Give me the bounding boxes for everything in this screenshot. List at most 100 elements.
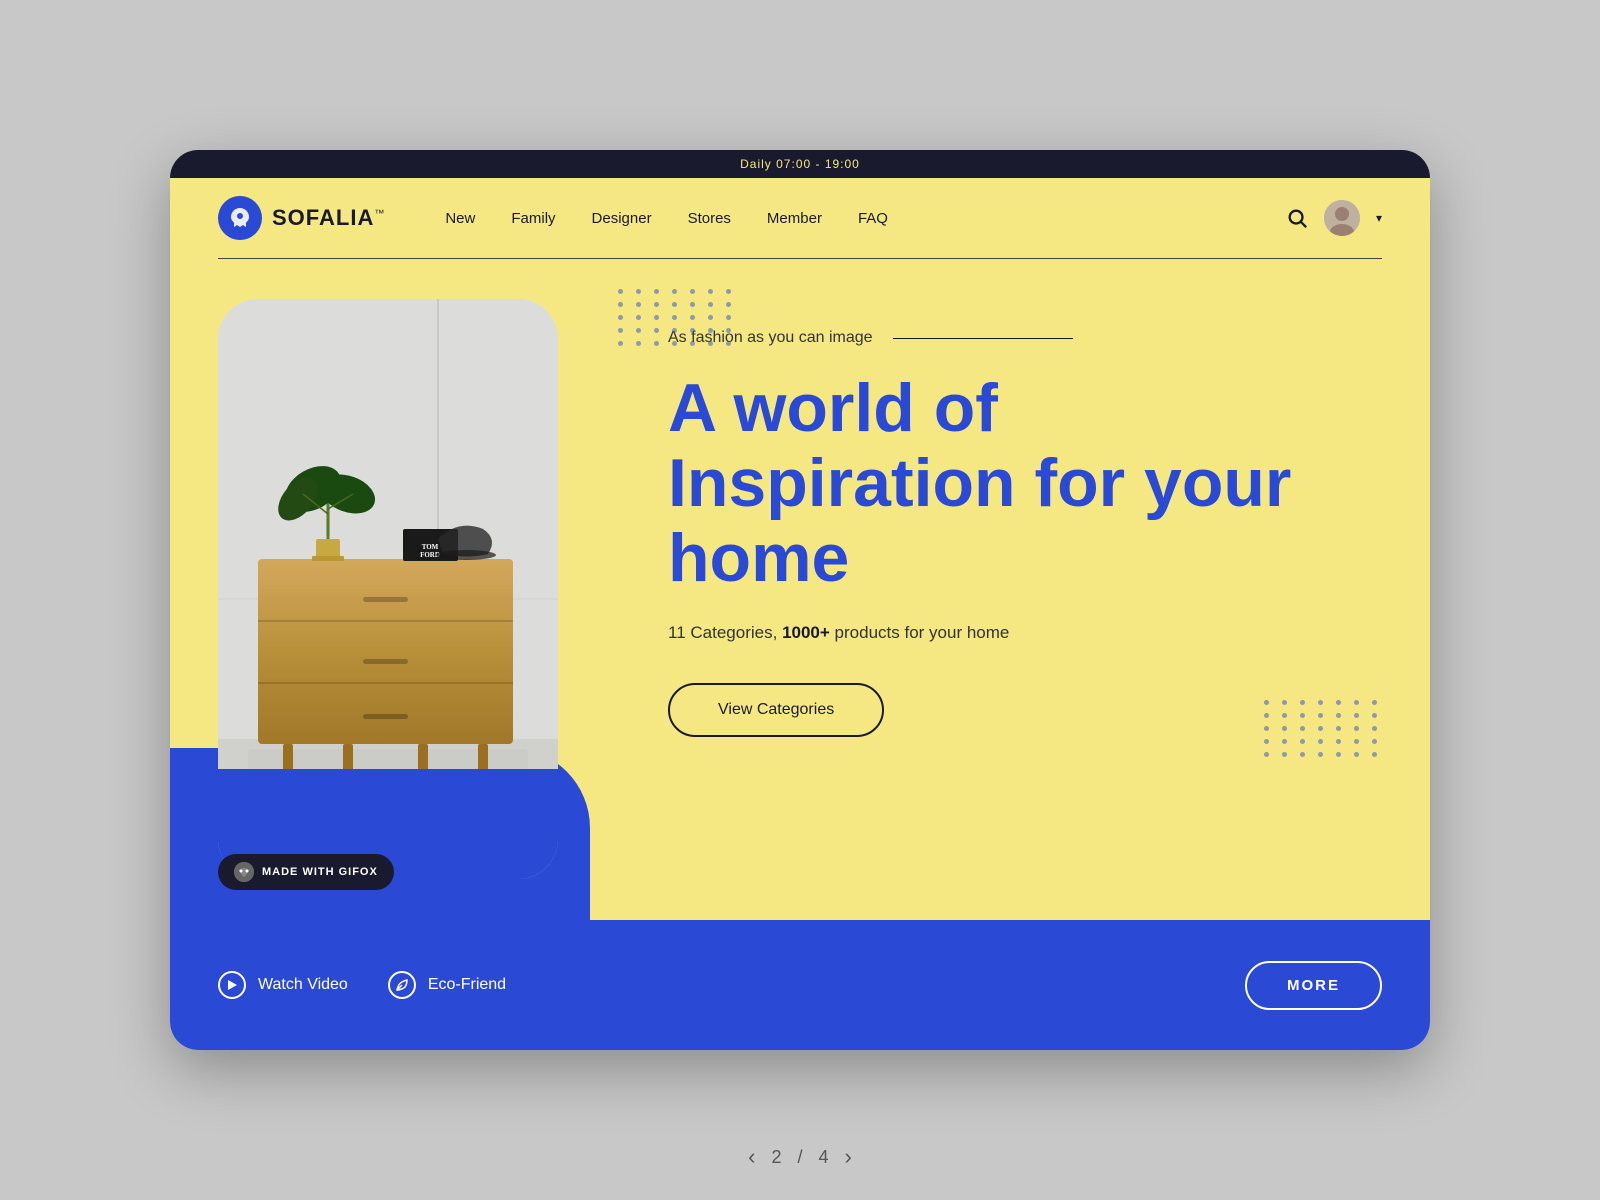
nav-links: New Family Designer Stores Member FAQ [445,210,1286,227]
dot [726,302,731,307]
view-categories-button[interactable]: View Categories [668,683,884,737]
dot [1318,700,1323,705]
dot [654,302,659,307]
dot [726,315,731,320]
logo-area: SOFALIA™ [218,196,385,240]
dot [1354,752,1359,757]
dot [1282,700,1287,705]
dot [1300,726,1305,731]
search-icon[interactable] [1286,207,1308,229]
text-section: document.currentScript.insertAdjacentHTM… [588,299,1382,737]
dot [672,328,677,333]
nav-link-designer[interactable]: Designer [592,210,652,227]
dot [1300,739,1305,744]
dot [690,341,695,346]
dot [1318,726,1323,731]
dot [654,289,659,294]
screen-wrapper: Daily 07:00 - 19:00 SOFALIA™ New Family … [170,150,1430,1050]
dot [1264,739,1269,744]
dot [1264,726,1269,731]
dot [1318,752,1323,757]
leaf-icon [388,971,416,999]
dot [1300,700,1305,705]
dot [1372,739,1377,744]
dot [636,328,641,333]
dot [672,302,677,307]
dot [636,341,641,346]
furniture-card: TOM FORD [218,299,558,879]
more-button[interactable]: MORE [1245,961,1382,1010]
dot [1336,739,1341,744]
dot [618,289,623,294]
dot [618,341,623,346]
image-section: TOM FORD [218,299,588,879]
dot [726,289,731,294]
dot [708,328,713,333]
pagination-next[interactable]: › [845,1144,852,1170]
dot [654,341,659,346]
nav-link-family[interactable]: Family [511,210,555,227]
watch-video-label: Watch Video [258,976,348,994]
nav-link-stores[interactable]: Stores [688,210,731,227]
tagline-line [893,338,1073,339]
dot [654,315,659,320]
pagination-prev[interactable]: ‹ [748,1144,755,1170]
pagination-total: 4 [819,1147,829,1168]
pagination: ‹ 2 / 4 › [748,1144,852,1170]
dots-grid-bottom: document.currentScript.insertAdjacentHTM… [1264,700,1382,757]
dot [690,302,695,307]
dot [1372,713,1377,718]
dot [1300,713,1305,718]
dot [1354,726,1359,731]
dot [636,289,641,294]
eco-friend-item[interactable]: Eco-Friend [388,971,506,999]
dropdown-icon[interactable]: ▾ [1376,211,1382,225]
hero-title: A world of Inspiration for your home [668,371,1382,595]
logo-icon[interactable] [218,196,262,240]
dot [708,289,713,294]
dot [1354,713,1359,718]
dot [1372,726,1377,731]
gifox-badge: MADE WITH GIFOX [218,854,394,890]
dot [618,315,623,320]
dot [636,302,641,307]
dot [708,302,713,307]
nav-link-new[interactable]: New [445,210,475,227]
dot [690,315,695,320]
gifox-icon [234,862,254,882]
dot [726,341,731,346]
dot [618,328,623,333]
navbar: SOFALIA™ New Family Designer Stores Memb… [170,178,1430,258]
dot [672,341,677,346]
dot [690,328,695,333]
dot [672,315,677,320]
eco-friend-label: Eco-Friend [428,976,506,994]
avatar[interactable] [1324,200,1360,236]
dot [654,328,659,333]
bottom-left: Watch Video Eco-Friend [218,971,1245,999]
pagination-current: 2 [771,1147,781,1168]
pagination-separator: / [797,1147,802,1168]
dot [726,328,731,333]
dot [1354,700,1359,705]
dot [672,289,677,294]
dot [1264,700,1269,705]
dot [1282,713,1287,718]
dot [1300,752,1305,757]
dot [1282,726,1287,731]
dot [1372,752,1377,757]
main-content: TOM FORD document.currentScript.insertAd… [170,259,1430,948]
hero-subtitle: 11 Categories, 1000+ products for your h… [668,623,1382,643]
play-icon [218,971,246,999]
nav-link-faq[interactable]: FAQ [858,210,888,227]
dot [1282,752,1287,757]
top-bar-text: Daily 07:00 - 19:00 [740,157,860,171]
dot [1336,700,1341,705]
dot [1264,713,1269,718]
nav-link-member[interactable]: Member [767,210,822,227]
dot [636,315,641,320]
nav-right: ▾ [1286,200,1382,236]
watch-video-item[interactable]: Watch Video [218,971,348,999]
dot [1354,739,1359,744]
dot [1318,713,1323,718]
